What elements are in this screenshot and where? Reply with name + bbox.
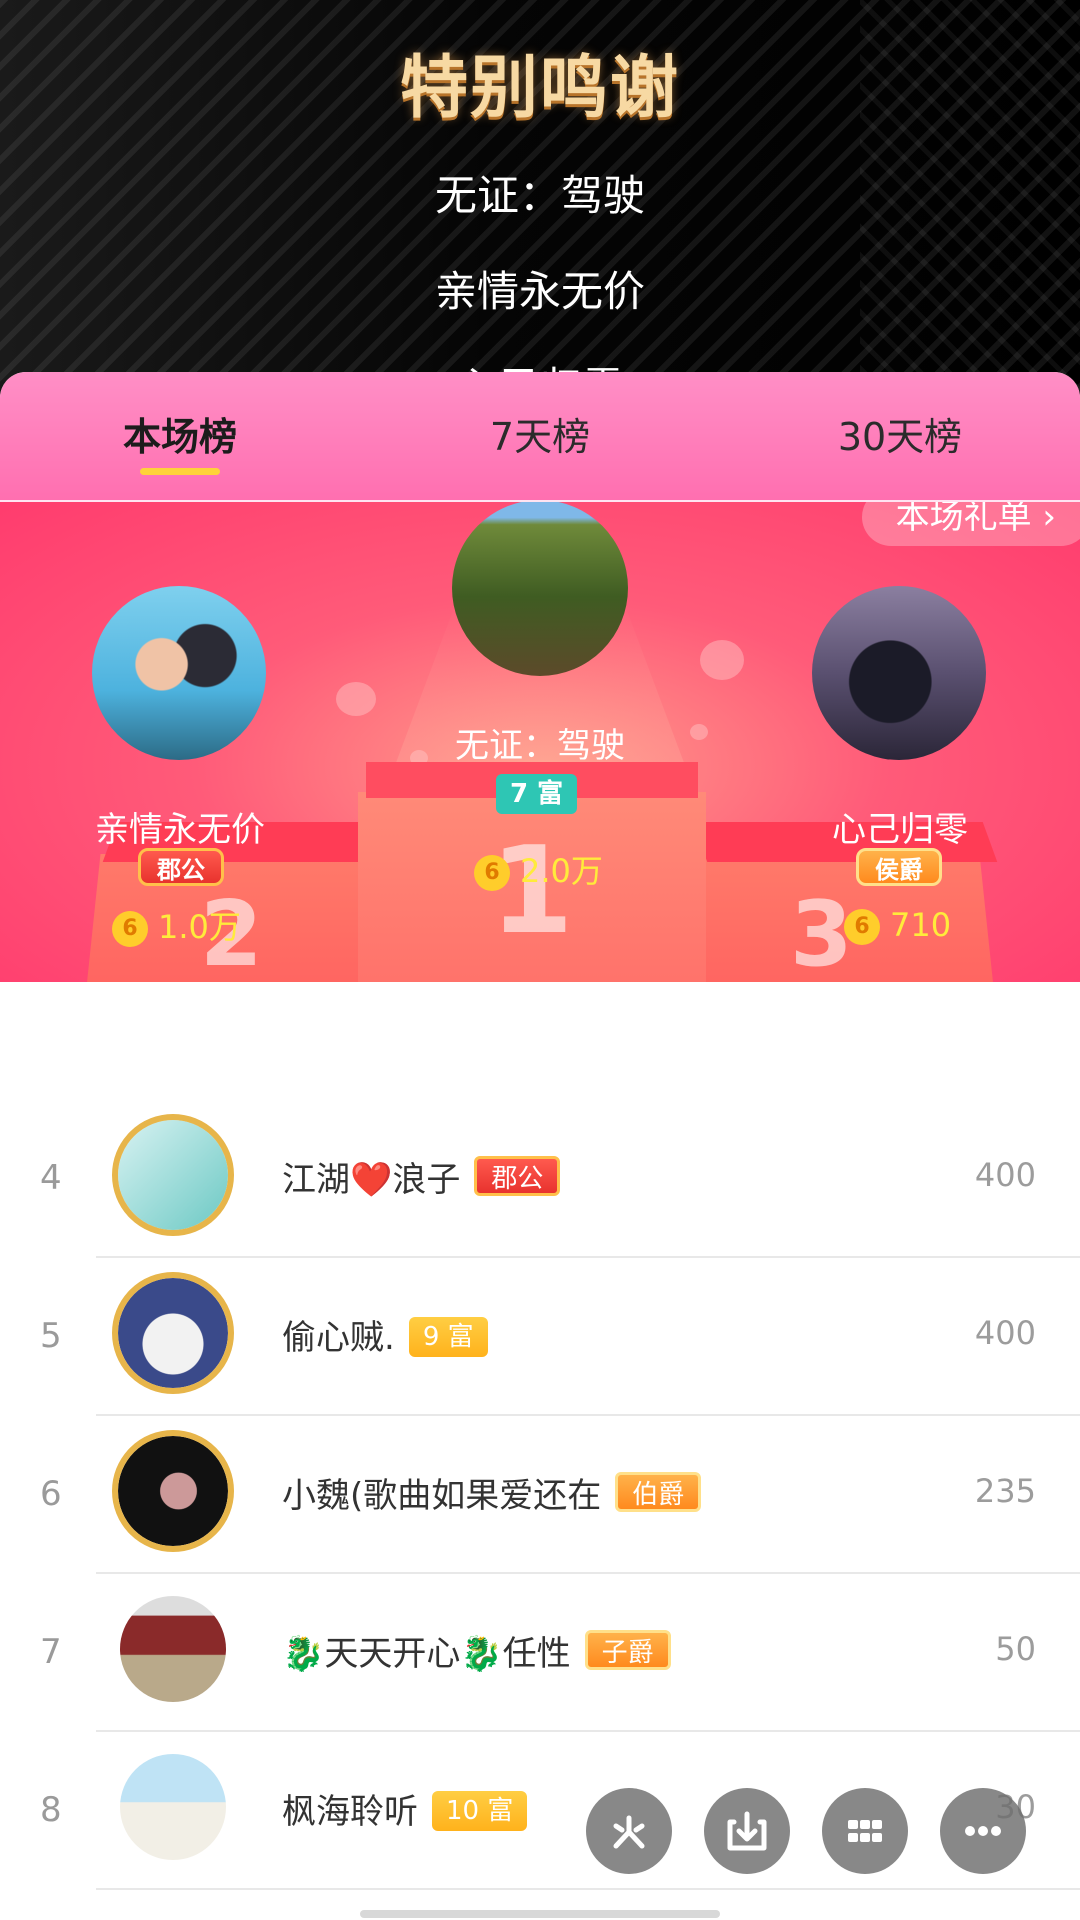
user-name-text: 偷心贼. [282, 1318, 395, 1358]
download-glyph [727, 1811, 767, 1851]
noble-rank-badge: 侯爵 [856, 848, 942, 886]
tab-label: 本场榜 [122, 415, 237, 459]
first-place-name: 无证：驾驶 [455, 726, 625, 766]
tab-active-indicator [140, 468, 220, 475]
score-value: 710 [890, 906, 952, 944]
user-name-text: 江湖❤️浪子 [282, 1160, 461, 1200]
rank-number: 5 [40, 1316, 62, 1356]
list-item[interactable]: 7 🐉天天开心🐉任性 子爵 50 [0, 1574, 1080, 1732]
tab-label: 30天榜 [837, 415, 963, 459]
rank-number: 4 [40, 1158, 62, 1198]
coin-icon: 6 [474, 855, 510, 891]
user-name: 偷心贼. 9 富 [282, 1310, 488, 1359]
list-item[interactable]: 4 江湖❤️浪子 郡公 400 [0, 1100, 1080, 1258]
wealth-badge: 7 富 [496, 774, 578, 814]
score: 400 [974, 1314, 1036, 1352]
avatar-frame [112, 1272, 234, 1394]
ranking-list: 4 江湖❤️浪子 郡公 400 5 偷心贼. 9 富 400 6 小魏(歌曲如果爱还… [0, 1100, 1080, 1920]
avatar-frame [112, 1430, 234, 1552]
more-icon[interactable] [940, 1788, 1026, 1874]
rank-number: 6 [40, 1474, 62, 1514]
credits-title: 特别鸣谢 [399, 49, 680, 128]
noble-rank-badge: 郡公 [138, 848, 224, 886]
user-name-text: 小魏(歌曲如果爱还在 [282, 1476, 602, 1516]
list-item[interactable]: 6 小魏(歌曲如果爱还在 伯爵 235 [0, 1416, 1080, 1574]
score: 235 [974, 1472, 1036, 1510]
coin-icon: 6 [844, 909, 880, 945]
second-place-name: 亲情永无价 [95, 810, 265, 850]
tab-30-days[interactable]: 30天榜 [720, 372, 1080, 500]
avatar-frame [112, 1114, 234, 1236]
credits-banner: 特别鸣谢 无证：驾驶 亲情永无价 心己归零 [0, 0, 1080, 400]
ranking-panel: 本场榜 7天榜 30天榜 本场礼单 › 1 2 3 无证：驾驶 7 富 6 2.0 [0, 372, 1080, 1920]
score: 400 [974, 1156, 1036, 1194]
list-item[interactable]: 5 偷心贼. 9 富 400 [0, 1258, 1080, 1416]
third-place-score: 6 710 [844, 906, 951, 945]
third-place-name: 心己归零 [832, 810, 968, 850]
user-name: 枫海聆听 10 富 [282, 1784, 528, 1833]
gift-list-link[interactable]: 本场礼单 › [861, 502, 1080, 546]
avatar [120, 1596, 226, 1702]
coin-icon: 6 [112, 911, 148, 947]
tab-7-days[interactable]: 7天榜 [360, 372, 720, 500]
avatar-second-place[interactable] [92, 586, 266, 760]
wealth-badge: 9 富 [408, 1317, 488, 1357]
rank-number: 7 [40, 1632, 62, 1672]
rank-number: 8 [40, 1790, 62, 1830]
wealth-badge: 10 富 [432, 1791, 528, 1831]
user-name: 🐉天天开心🐉任性 子爵 [282, 1626, 671, 1675]
tab-label: 7天榜 [489, 415, 591, 459]
ranking-tabs: 本场榜 7天榜 30天榜 [0, 372, 1080, 502]
user-name: 江湖❤️浪子 郡公 [282, 1152, 561, 1201]
credit-line: 无证：驾驶 [434, 171, 645, 220]
first-place-score: 6 2.0万 [474, 846, 603, 892]
noble-rank-badge: 郡公 [474, 1156, 561, 1196]
bokeh-decoration [700, 640, 744, 680]
podium-area: 本场礼单 › 1 2 3 无证：驾驶 7 富 6 2.0万 亲情永无价 郡公 61… [0, 502, 1080, 982]
scroll-indicator [360, 1910, 720, 1918]
bokeh-decoration [690, 724, 708, 740]
user-name-text: 枫海聆听 [282, 1792, 418, 1832]
score-value: 2.0万 [520, 852, 603, 890]
avatar-first-place[interactable] [452, 502, 628, 676]
score: 50 [995, 1630, 1036, 1668]
score-value: 1.0万 [158, 908, 241, 946]
more-glyph [965, 1826, 1001, 1836]
share-glyph [613, 1815, 645, 1849]
share-icon[interactable] [586, 1788, 672, 1874]
second-place-score: 6 1.0万 [112, 902, 241, 948]
bokeh-decoration [336, 682, 376, 716]
noble-rank-badge: 伯爵 [615, 1472, 702, 1512]
user-name: 小魏(歌曲如果爱还在 伯爵 [282, 1468, 702, 1517]
user-name-text: 🐉天天开心🐉任性 [282, 1634, 571, 1674]
tab-current-session[interactable]: 本场榜 [0, 372, 360, 500]
download-icon[interactable] [704, 1788, 790, 1874]
grid-glyph [848, 1820, 882, 1842]
list-item[interactable]: 8 枫海聆听10 富 30 [0, 1732, 1080, 1890]
credit-line: 亲情永无价 [434, 267, 645, 316]
grid-icon[interactable] [822, 1788, 908, 1874]
avatar [120, 1754, 226, 1860]
divider [96, 1888, 1080, 1890]
avatar-third-place[interactable] [812, 586, 986, 760]
noble-rank-badge: 子爵 [584, 1630, 671, 1670]
